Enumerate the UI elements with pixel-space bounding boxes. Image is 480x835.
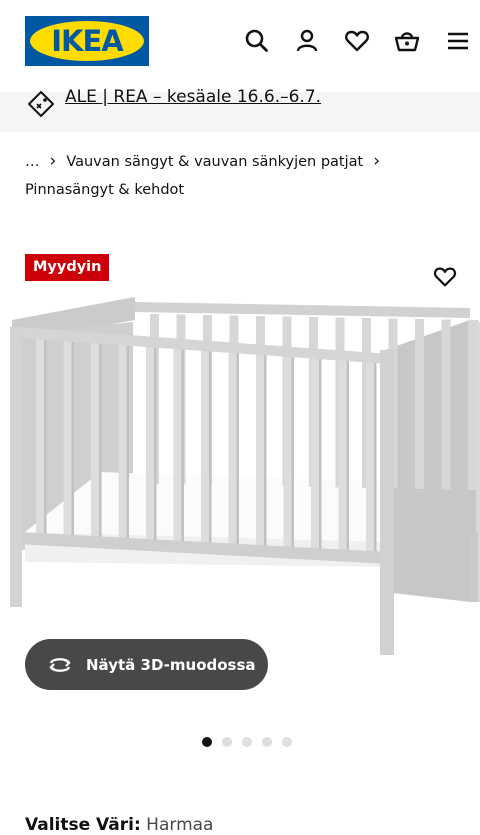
- logo-oval: IKEA: [30, 21, 144, 61]
- user-icon[interactable]: [293, 27, 321, 55]
- menu-icon[interactable]: [444, 27, 472, 55]
- heart-icon[interactable]: [343, 27, 371, 55]
- add-to-favourites-icon[interactable]: [432, 264, 458, 290]
- logo-text: IKEA: [51, 24, 124, 58]
- view-in-3d-button[interactable]: Näytä 3D-muodossa: [25, 639, 268, 690]
- breadcrumb-item-baby-beds[interactable]: Vauvan sängyt & vauvan sänkyjen patjat: [66, 154, 363, 170]
- carousel-dot[interactable]: [262, 737, 272, 747]
- rotate-3d-icon: [46, 651, 74, 679]
- sale-banner-link[interactable]: ALE | REA – kesäale 16.6.–6.7.: [65, 87, 321, 107]
- image-carousel-dots: [202, 737, 292, 747]
- ikea-logo[interactable]: IKEA: [25, 16, 149, 66]
- color-value: Harmaa: [146, 815, 214, 835]
- bestseller-badge: Myydyin: [25, 254, 110, 281]
- carousel-dot[interactable]: [282, 737, 292, 747]
- breadcrumb-item-cribs[interactable]: Pinnasängyt & kehdot: [25, 182, 184, 198]
- price-tag-icon: [27, 90, 55, 118]
- carousel-dot[interactable]: [242, 737, 252, 747]
- breadcrumb-ellipsis[interactable]: …: [25, 154, 40, 170]
- search-icon[interactable]: [243, 27, 271, 55]
- color-label: Valitse Väri:: [25, 815, 141, 835]
- carousel-dot[interactable]: [202, 737, 212, 747]
- product-image[interactable]: [0, 292, 480, 664]
- view-in-3d-label: Näytä 3D-muodossa: [86, 655, 256, 674]
- carousel-dot[interactable]: [222, 737, 232, 747]
- header: IKEA: [0, 0, 480, 92]
- color-selector[interactable]: Valitse Väri: Harmaa: [25, 815, 213, 835]
- chevron-right-icon: ›: [49, 151, 57, 171]
- breadcrumb: … › Vauvan sängyt & vauvan sänkyjen patjat…: [25, 147, 465, 204]
- chevron-right-icon: ›: [373, 151, 381, 171]
- sale-banner: ALE | REA – kesäale 16.6.–6.7.: [0, 87, 480, 132]
- basket-icon[interactable]: [393, 27, 421, 55]
